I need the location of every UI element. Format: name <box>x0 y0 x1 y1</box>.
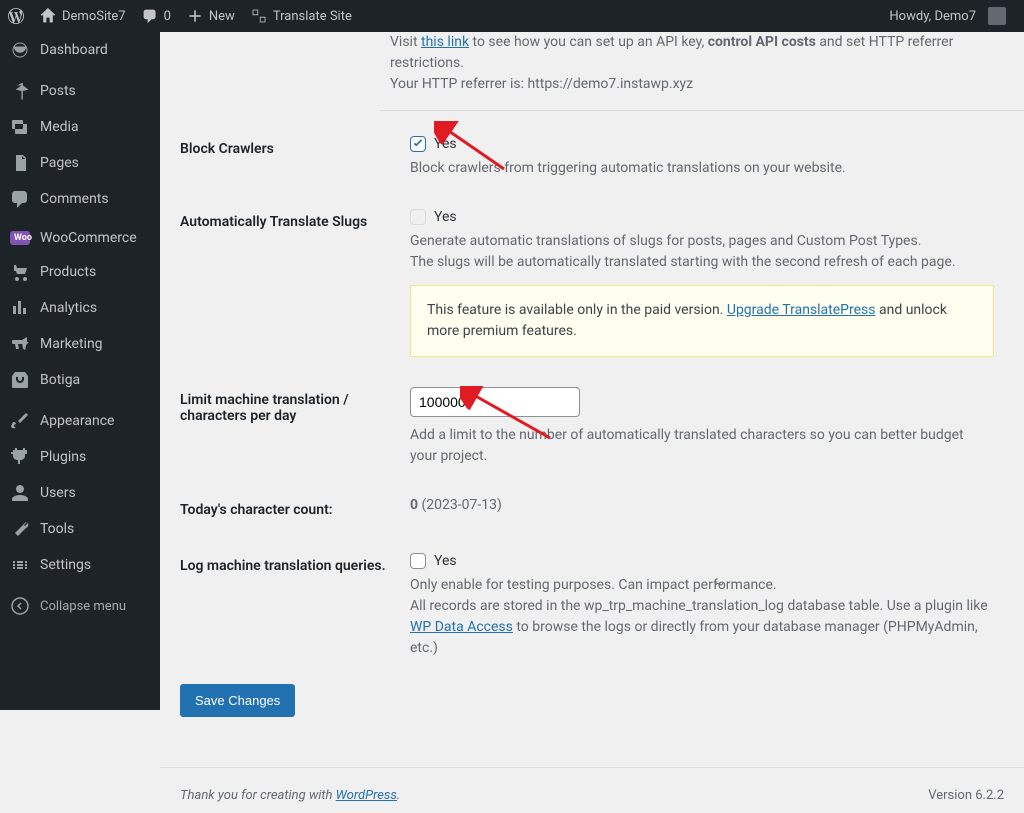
sidebar-item-label: Pages <box>40 155 79 171</box>
site-name[interactable]: DemoSite7 <box>32 0 134 32</box>
count-label: Today's character count: <box>180 482 400 538</box>
settings-icon <box>10 555 30 575</box>
translate-label: Translate Site <box>273 9 352 24</box>
sidebar-item-tools[interactable]: Tools <box>0 511 160 547</box>
wp-logo[interactable] <box>0 0 32 32</box>
wordpress-link[interactable]: WordPress <box>336 788 397 803</box>
sidebar-item-products[interactable]: Products <box>0 254 160 290</box>
botiga-icon <box>10 370 30 390</box>
footer: Thank you for creating with WordPress. V… <box>160 767 1024 813</box>
upgrade-link[interactable]: Upgrade TranslatePress <box>727 302 876 318</box>
comments-count: 0 <box>164 9 171 24</box>
block-crawlers-desc: Block crawlers from triggering automatic… <box>410 158 994 179</box>
limit-desc: Add a limit to the number of automatical… <box>410 425 994 467</box>
sidebar-item-botiga[interactable]: Botiga <box>0 362 160 398</box>
collapse-menu[interactable]: Collapse menu <box>0 588 160 624</box>
admin-bar: DemoSite7 0 New Translate Site Howdy, De… <box>0 0 1024 32</box>
sidebar-item-posts[interactable]: Posts <box>0 73 160 109</box>
admin-sidebar: Dashboard Posts Media Pages Comments Woo… <box>0 32 160 710</box>
wp-data-access-link[interactable]: WP Data Access <box>410 619 513 635</box>
sidebar-item-label: Botiga <box>40 372 80 388</box>
upgrade-notice: This feature is available only in the pa… <box>410 285 994 357</box>
dashboard-icon <box>10 40 30 60</box>
sidebar-item-label: Media <box>40 119 79 135</box>
page-icon <box>10 153 30 173</box>
main-content: Visit this link to see how you can set u… <box>160 32 1024 813</box>
howdy-label: Howdy, Demo7 <box>889 9 976 24</box>
block-crawlers-checkbox[interactable] <box>410 136 426 152</box>
sidebar-item-label: Dashboard <box>40 42 108 58</box>
yes-label: Yes <box>434 136 457 152</box>
brush-icon <box>10 411 30 431</box>
sidebar-item-label: Appearance <box>40 413 114 429</box>
log-checkbox[interactable] <box>410 553 426 569</box>
save-button[interactable]: Save Changes <box>180 684 295 717</box>
comment-icon <box>10 189 30 209</box>
new-label: New <box>209 9 235 24</box>
sidebar-item-label: WooCommerce <box>40 230 137 246</box>
version-label: Version 6.2.2 <box>928 788 1004 803</box>
analytics-icon <box>10 298 30 318</box>
sidebar-item-label: Settings <box>40 557 91 573</box>
wrench-icon <box>10 519 30 539</box>
api-link[interactable]: this link <box>421 34 469 50</box>
auto-slugs-desc: Generate automatic translations of slugs… <box>410 231 994 273</box>
home-icon <box>40 8 56 24</box>
tilde-mark: ~ <box>714 576 724 592</box>
wordpress-icon <box>8 8 24 24</box>
translate-icon <box>251 8 267 24</box>
sidebar-item-appearance[interactable]: Appearance <box>0 403 160 439</box>
my-account[interactable]: Howdy, Demo7 <box>881 0 1014 32</box>
count-value: 0 (2023-07-13) <box>410 497 502 513</box>
block-crawlers-label: Block Crawlers <box>180 121 400 194</box>
collapse-label: Collapse menu <box>40 599 126 614</box>
products-icon <box>10 262 30 282</box>
plus-icon <box>187 8 203 24</box>
sidebar-item-woocommerce[interactable]: Woo WooCommerce <box>0 222 160 254</box>
sidebar-item-label: Marketing <box>40 336 103 352</box>
limit-input[interactable] <box>410 387 580 417</box>
avatar <box>988 7 1006 25</box>
sidebar-item-label: Tools <box>40 521 74 537</box>
cut-off-description: Visit this link to see how you can set u… <box>380 32 1024 111</box>
auto-slugs-checkbox <box>410 209 426 225</box>
yes-label: Yes <box>434 209 457 225</box>
sidebar-item-marketing[interactable]: Marketing <box>0 326 160 362</box>
sidebar-item-analytics[interactable]: Analytics <box>0 290 160 326</box>
new-content[interactable]: New <box>179 0 243 32</box>
sidebar-item-label: Analytics <box>40 300 97 316</box>
pin-icon <box>10 81 30 101</box>
comments-bubble[interactable]: 0 <box>134 0 179 32</box>
sidebar-item-label: Users <box>40 485 76 501</box>
megaphone-icon <box>10 334 30 354</box>
log-label: Log machine translation queries. <box>180 538 400 674</box>
sidebar-item-comments[interactable]: Comments <box>0 181 160 217</box>
sidebar-item-plugins[interactable]: Plugins <box>0 439 160 475</box>
sidebar-item-label: Products <box>40 264 96 280</box>
comment-icon <box>142 8 158 24</box>
log-desc: Only enable for testing purposes. Can im… <box>410 575 994 659</box>
user-icon <box>10 483 30 503</box>
site-name-label: DemoSite7 <box>62 9 126 24</box>
sidebar-item-media[interactable]: Media <box>0 109 160 145</box>
sidebar-item-users[interactable]: Users <box>0 475 160 511</box>
sidebar-item-pages[interactable]: Pages <box>0 145 160 181</box>
limit-label: Limit machine translation / characters p… <box>180 372 400 482</box>
translate-site[interactable]: Translate Site <box>243 0 360 32</box>
sidebar-item-settings[interactable]: Settings <box>0 547 160 583</box>
collapse-icon <box>10 596 30 616</box>
media-icon <box>10 117 30 137</box>
sidebar-item-label: Plugins <box>40 449 86 465</box>
plugin-icon <box>10 447 30 467</box>
auto-slugs-label: Automatically Translate Slugs <box>180 194 400 372</box>
sidebar-item-label: Posts <box>40 83 76 99</box>
yes-label: Yes <box>434 553 457 569</box>
woo-icon: Woo <box>10 231 30 245</box>
sidebar-item-dashboard[interactable]: Dashboard <box>0 32 160 68</box>
sidebar-item-label: Comments <box>40 191 109 207</box>
